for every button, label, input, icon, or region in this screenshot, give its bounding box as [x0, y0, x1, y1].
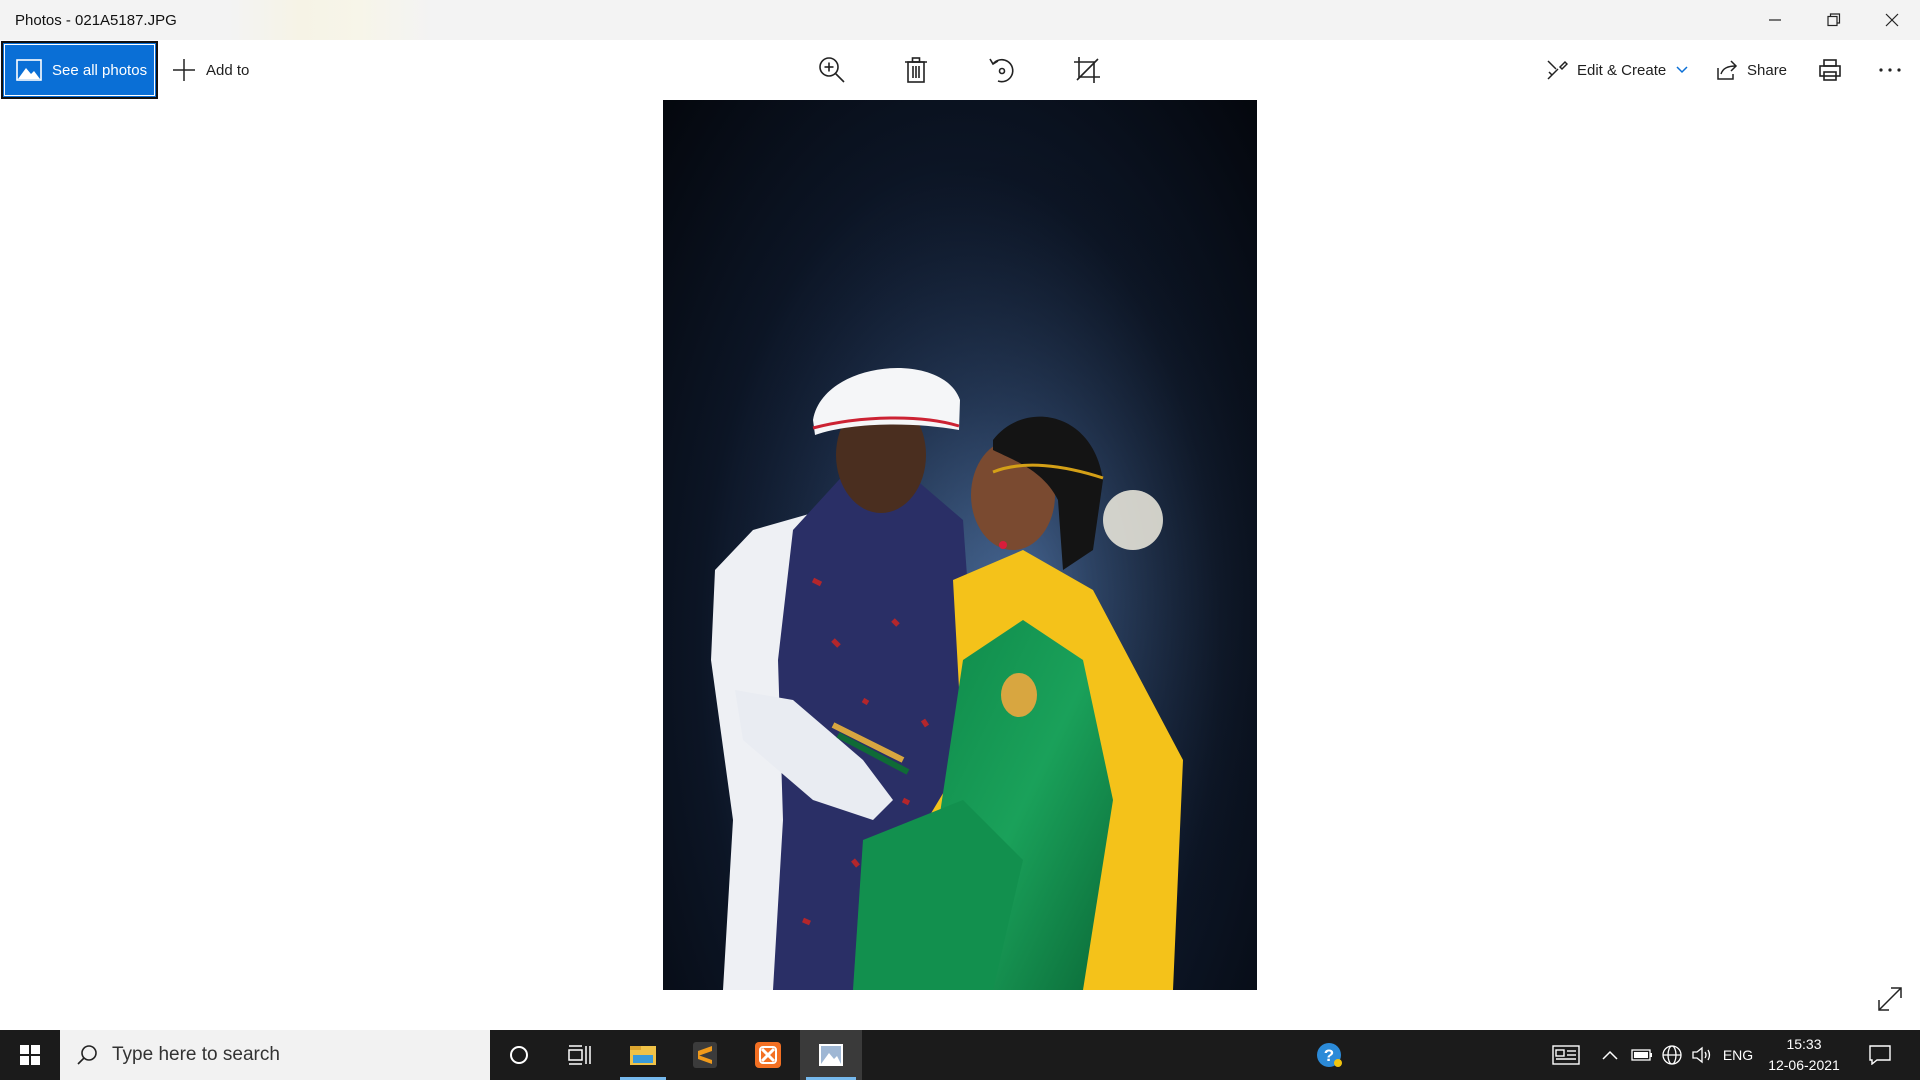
notification-icon — [1869, 1045, 1891, 1065]
news-button[interactable] — [1548, 1030, 1584, 1080]
photos-taskbar-button[interactable] — [800, 1030, 862, 1080]
edit-create-icon — [1547, 60, 1568, 80]
more-icon — [1879, 68, 1901, 72]
expand-icon — [1878, 987, 1902, 1011]
network-button[interactable] — [1658, 1030, 1686, 1080]
wedding-couple-photo — [663, 100, 1257, 990]
svg-text:?: ? — [1324, 1046, 1334, 1065]
task-view-icon — [568, 1045, 591, 1065]
close-icon — [1885, 13, 1899, 27]
photo-gallery-icon — [16, 59, 42, 81]
show-hidden-icons-button[interactable] — [1598, 1030, 1622, 1080]
battery-icon — [1631, 1049, 1652, 1061]
sublime-text-button[interactable] — [676, 1030, 734, 1080]
crop-button[interactable] — [1067, 50, 1107, 90]
volume-button[interactable] — [1688, 1030, 1718, 1080]
news-icon — [1552, 1045, 1580, 1065]
share-label: Share — [1747, 61, 1788, 79]
edit-create-button[interactable]: Edit & Create — [1546, 52, 1689, 88]
xampp-icon — [755, 1042, 781, 1068]
toolbar: See all photos Add to Edit & Create Shar… — [0, 40, 1920, 100]
zoom-in-icon — [819, 57, 845, 83]
file-explorer-button[interactable] — [614, 1030, 672, 1080]
more-button[interactable] — [1870, 50, 1910, 90]
photo-viewer-image[interactable] — [663, 100, 1257, 990]
share-button[interactable]: Share — [1716, 52, 1787, 88]
rotate-button[interactable] — [982, 50, 1022, 90]
see-all-photos-label: See all photos — [52, 61, 148, 79]
search-icon — [77, 1045, 97, 1065]
cortana-button[interactable] — [490, 1030, 548, 1080]
window-title: Photos - 021A5187.JPG — [15, 12, 177, 29]
delete-icon — [905, 57, 927, 83]
help-icon: ? — [1317, 1043, 1342, 1067]
photos-app-window: Photos - 021A5187.JPG See all photos Add… — [0, 0, 1920, 1030]
crop-icon — [1074, 57, 1100, 83]
task-view-button[interactable] — [551, 1030, 609, 1080]
volume-icon — [1692, 1046, 1711, 1064]
photos-icon — [819, 1044, 843, 1066]
action-center-button[interactable] — [1862, 1030, 1898, 1080]
search-placeholder: Type here to search — [112, 1044, 280, 1065]
add-to-button[interactable]: Add to — [172, 52, 249, 88]
clock-date: 12-06-2021 — [1768, 1057, 1840, 1073]
sublime-text-icon — [693, 1042, 717, 1068]
chevron-down-icon — [1676, 66, 1688, 74]
plus-icon — [173, 59, 195, 81]
taskbar: Type here to search ? ENG 15:33 12-06-20… — [0, 1030, 1920, 1080]
start-button[interactable] — [0, 1030, 60, 1080]
file-explorer-icon — [630, 1046, 656, 1065]
print-button[interactable] — [1810, 50, 1850, 90]
restore-button[interactable] — [1806, 0, 1862, 40]
zoom-button[interactable] — [812, 50, 852, 90]
clock[interactable]: 15:33 12-06-2021 — [1760, 1034, 1848, 1076]
clock-time: 15:33 — [1786, 1036, 1822, 1052]
delete-button[interactable] — [896, 50, 936, 90]
add-to-label: Add to — [206, 61, 250, 79]
globe-icon — [1662, 1045, 1682, 1065]
minimize-button[interactable] — [1747, 0, 1803, 40]
cortana-icon — [510, 1046, 528, 1064]
print-icon — [1819, 59, 1841, 81]
full-screen-button[interactable] — [1876, 985, 1906, 1015]
language-label: ENG — [1722, 1047, 1754, 1063]
help-button[interactable]: ? — [1310, 1030, 1350, 1080]
restore-icon — [1827, 13, 1841, 27]
rotate-icon — [989, 58, 1014, 83]
see-all-photos-button[interactable]: See all photos — [1, 41, 158, 99]
title-bar: Photos - 021A5187.JPG — [0, 0, 1920, 40]
battery-button[interactable] — [1628, 1030, 1656, 1080]
share-icon — [1717, 60, 1738, 80]
windows-logo-icon — [20, 1045, 40, 1065]
xampp-button[interactable] — [739, 1030, 797, 1080]
input-language-indicator[interactable]: ENG — [1718, 1030, 1758, 1080]
chevron-up-icon — [1602, 1050, 1618, 1060]
minimize-icon — [1769, 19, 1781, 21]
close-button[interactable] — [1864, 0, 1920, 40]
taskbar-search-box[interactable]: Type here to search — [60, 1030, 490, 1080]
edit-create-label: Edit & Create — [1577, 61, 1667, 79]
